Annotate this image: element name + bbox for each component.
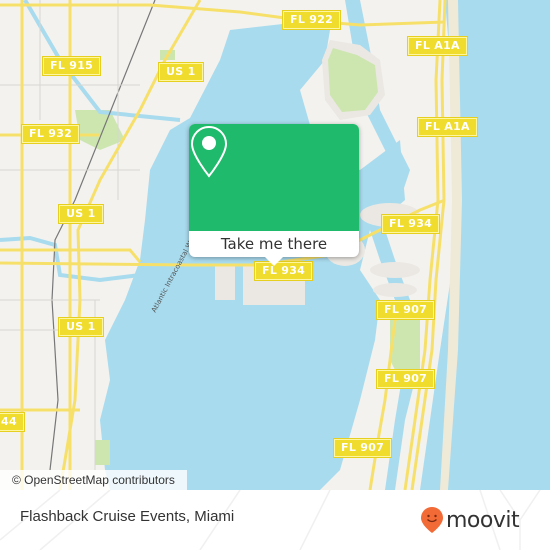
road-shield-us1: US 1 bbox=[59, 318, 103, 336]
port-island-1 bbox=[215, 265, 235, 300]
island-east-2 bbox=[370, 262, 420, 278]
road-shield-fla1a: FL A1A bbox=[418, 118, 477, 136]
moovit-smiley-pin-icon bbox=[421, 507, 443, 533]
road-shield-fl907: FL 907 bbox=[377, 301, 435, 319]
popup-header bbox=[189, 124, 359, 231]
map-pin-icon bbox=[190, 125, 228, 178]
brand-name: moovit bbox=[446, 507, 520, 533]
road-shield-us1: US 1 bbox=[59, 205, 103, 223]
moovit-logo[interactable]: moovit bbox=[420, 506, 520, 534]
road-shield-fl944: 44 bbox=[0, 413, 24, 431]
map-attribution[interactable]: © OpenStreetMap contributors bbox=[0, 470, 187, 490]
road-shield-us1: US 1 bbox=[159, 63, 203, 81]
island-east-3 bbox=[373, 283, 417, 297]
road-shield-fl934: FL 934 bbox=[382, 215, 440, 233]
take-me-there-button[interactable]: Take me there bbox=[189, 231, 359, 257]
park-small-2 bbox=[95, 440, 110, 465]
location-popup[interactable]: Take me there bbox=[189, 124, 359, 257]
road-shield-fl915: FL 915 bbox=[43, 57, 101, 75]
road-shield-fl907: FL 907 bbox=[377, 370, 435, 388]
road-shield-fl907: FL 907 bbox=[334, 439, 392, 457]
road-shield-fl922: FL 922 bbox=[283, 11, 341, 29]
map[interactable]: FL 922 FL 915 US 1 FL A1A FL A1A FL 932 … bbox=[0, 0, 550, 490]
road-shield-fl932: FL 932 bbox=[22, 125, 80, 143]
popup-arrow bbox=[264, 256, 284, 266]
place-name: Flashback Cruise Events, Miami bbox=[20, 508, 235, 525]
road-shield-fla1a: FL A1A bbox=[408, 37, 467, 55]
